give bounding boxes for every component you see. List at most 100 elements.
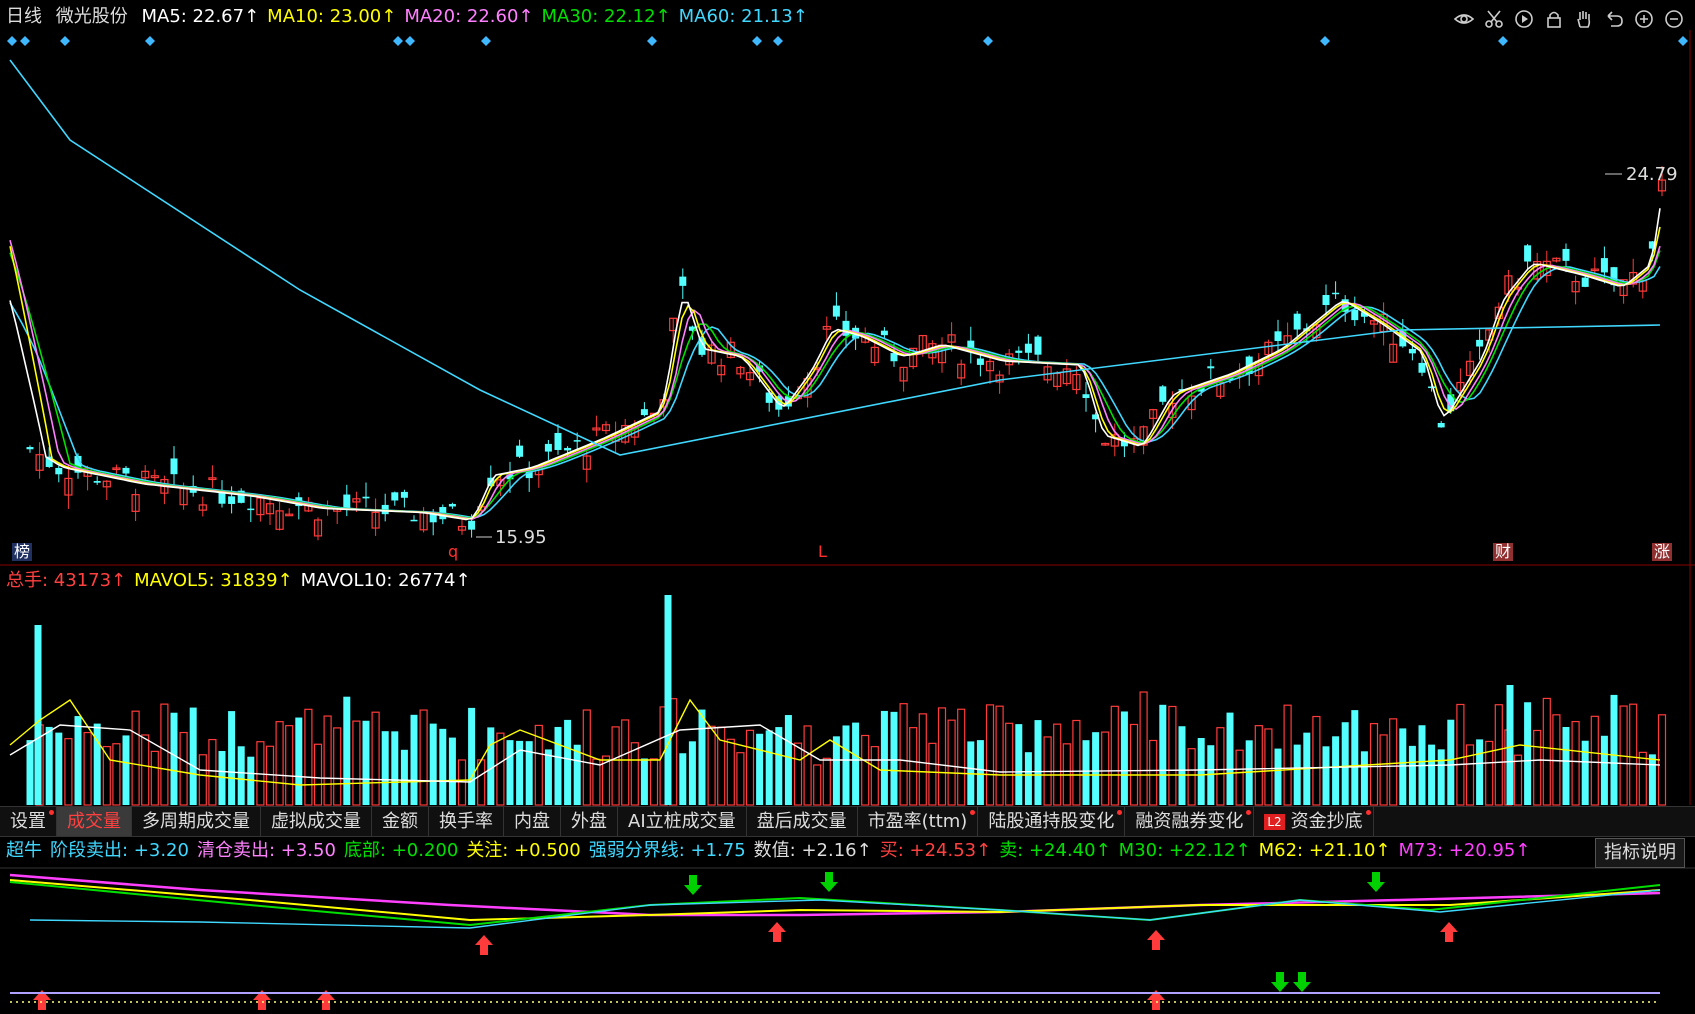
volume-bar <box>861 734 870 806</box>
volume-bar <box>803 725 812 806</box>
ranking-marker[interactable]: 榜 <box>12 543 33 561</box>
volume-bar <box>870 746 879 806</box>
candle-body <box>122 467 130 474</box>
tab-label: 陆股通持股变化 <box>988 811 1115 832</box>
volume-bar <box>1648 754 1656 805</box>
volume-bar <box>83 731 92 806</box>
tab-item[interactable]: 多周期成交量 <box>132 807 261 836</box>
candle-body <box>832 305 840 317</box>
candle-body <box>640 409 648 416</box>
volume-bar <box>630 742 639 806</box>
volume-bar <box>448 737 456 805</box>
volume-bar <box>1476 739 1484 805</box>
volume-bar <box>468 707 476 805</box>
tab-label: 融资融券变化 <box>1135 811 1244 832</box>
volume-bar <box>1494 704 1503 806</box>
volume-legend-item: MAVOL10: 26774↑ <box>300 570 471 591</box>
volume-bar <box>477 759 486 806</box>
volume-bar <box>1082 740 1090 805</box>
candle-body <box>1600 258 1608 273</box>
low-price-label: 15.95 <box>495 527 547 548</box>
volume-bar <box>55 732 63 805</box>
tab-item[interactable]: 虚拟成交量 <box>261 807 372 836</box>
candle-body <box>362 496 370 499</box>
tab-item[interactable]: AI立桩成交量 <box>618 807 747 836</box>
volume-bar <box>112 743 121 806</box>
indicator-legend-item: 底部: +0.200 <box>343 840 459 861</box>
volume-bar <box>1437 749 1445 805</box>
volume-legend-item: 总手: 43173↑ <box>6 570 127 591</box>
indicator-explain-button[interactable]: 指标说明 <box>1595 838 1685 868</box>
indicator-header: 超牛 阶段卖出: +3.20 清仓卖出: +3.50 底部: +0.200 关注: +0… <box>6 840 1538 862</box>
tab-label: 盘后成交量 <box>756 811 847 832</box>
tab-item[interactable]: 成交量 <box>57 807 132 836</box>
indicator-legend-item: 超牛 <box>6 840 42 861</box>
volume-bar <box>93 723 101 805</box>
tab-item[interactable]: 盘后成交量 <box>747 807 858 836</box>
candle-body <box>1274 331 1282 342</box>
tab-item[interactable]: 融资融券变化 <box>1125 807 1255 836</box>
event-diamond <box>60 36 70 46</box>
volume-bar <box>909 727 918 806</box>
indicator-legend-item: M62: +21.10↑ <box>1258 840 1391 861</box>
candle-body <box>976 358 984 365</box>
ma10-line <box>9 226 1661 520</box>
indicator-legend-item: 数值: +2.16↑ <box>753 840 872 861</box>
volume-header: 总手: 43173↑ MAVOL5: 31839↑ MAVOL10: 26774↑ <box>6 570 479 592</box>
volume-bar <box>995 705 1004 806</box>
sell-arrow <box>820 872 838 892</box>
candle-body <box>516 445 524 457</box>
tab-item[interactable]: 内盘 <box>504 807 561 836</box>
volume-bar <box>64 738 73 806</box>
tab-item[interactable]: L2 资金抄底 <box>1254 807 1374 836</box>
tab-item[interactable]: 外盘 <box>561 807 618 836</box>
candle-body <box>564 447 572 451</box>
volume-bar <box>1447 719 1455 805</box>
limit-up-marker[interactable]: 涨 <box>1652 543 1673 561</box>
volume-bar <box>237 746 245 805</box>
volume-bar <box>621 719 630 806</box>
volume-spike <box>34 625 42 805</box>
tab-item[interactable]: 换手率 <box>429 807 504 836</box>
volume-bar <box>688 741 696 805</box>
l-marker[interactable]: L <box>816 543 829 561</box>
volume-bar <box>1465 744 1475 806</box>
event-diamond <box>7 36 17 46</box>
volume-bar <box>564 719 572 805</box>
volume-bar <box>976 740 984 805</box>
volume-bar <box>1110 705 1119 806</box>
volume-bar <box>1254 725 1263 806</box>
volume-bar <box>1129 723 1139 806</box>
finance-marker[interactable]: 财 <box>1493 543 1514 561</box>
volume-bar <box>189 707 197 805</box>
tab-item[interactable]: 陆股通持股变化 <box>978 807 1126 836</box>
volume-bar <box>842 725 850 805</box>
volume-bar <box>131 710 140 806</box>
volume-bar <box>1264 728 1273 806</box>
m30-line <box>9 881 1661 927</box>
volume-bar <box>793 742 803 806</box>
tab-item[interactable]: 设置 <box>0 807 57 836</box>
tab-label: AI立桩成交量 <box>628 811 736 832</box>
volume-bar <box>371 711 380 806</box>
indicator-legend-item: 买: +24.53↑ <box>879 840 992 861</box>
volume-bar <box>141 734 150 806</box>
volume-bar <box>1034 720 1042 805</box>
tab-item[interactable]: 市盈率(ttm) <box>858 807 979 836</box>
volume-bar <box>880 710 888 805</box>
indicator-legend-item: 强弱分界线: +1.75 <box>588 840 746 861</box>
candle-body <box>410 519 418 522</box>
q-marker[interactable]: q <box>446 543 460 561</box>
volume-bar <box>1226 712 1234 805</box>
indicator-legend-item: 清仓卖出: +3.50 <box>196 840 336 861</box>
candle-body <box>1322 294 1330 306</box>
tab-label: 成交量 <box>67 811 121 832</box>
indicator-legend-item: M73: +20.95↑ <box>1398 840 1531 861</box>
volume-bar <box>832 736 840 805</box>
candle-body <box>1293 313 1301 330</box>
event-diamond <box>393 36 403 46</box>
volume-bar <box>439 728 447 805</box>
volume-bar <box>611 726 620 806</box>
buy-arrow <box>475 935 493 955</box>
tab-item[interactable]: 金额 <box>372 807 429 836</box>
